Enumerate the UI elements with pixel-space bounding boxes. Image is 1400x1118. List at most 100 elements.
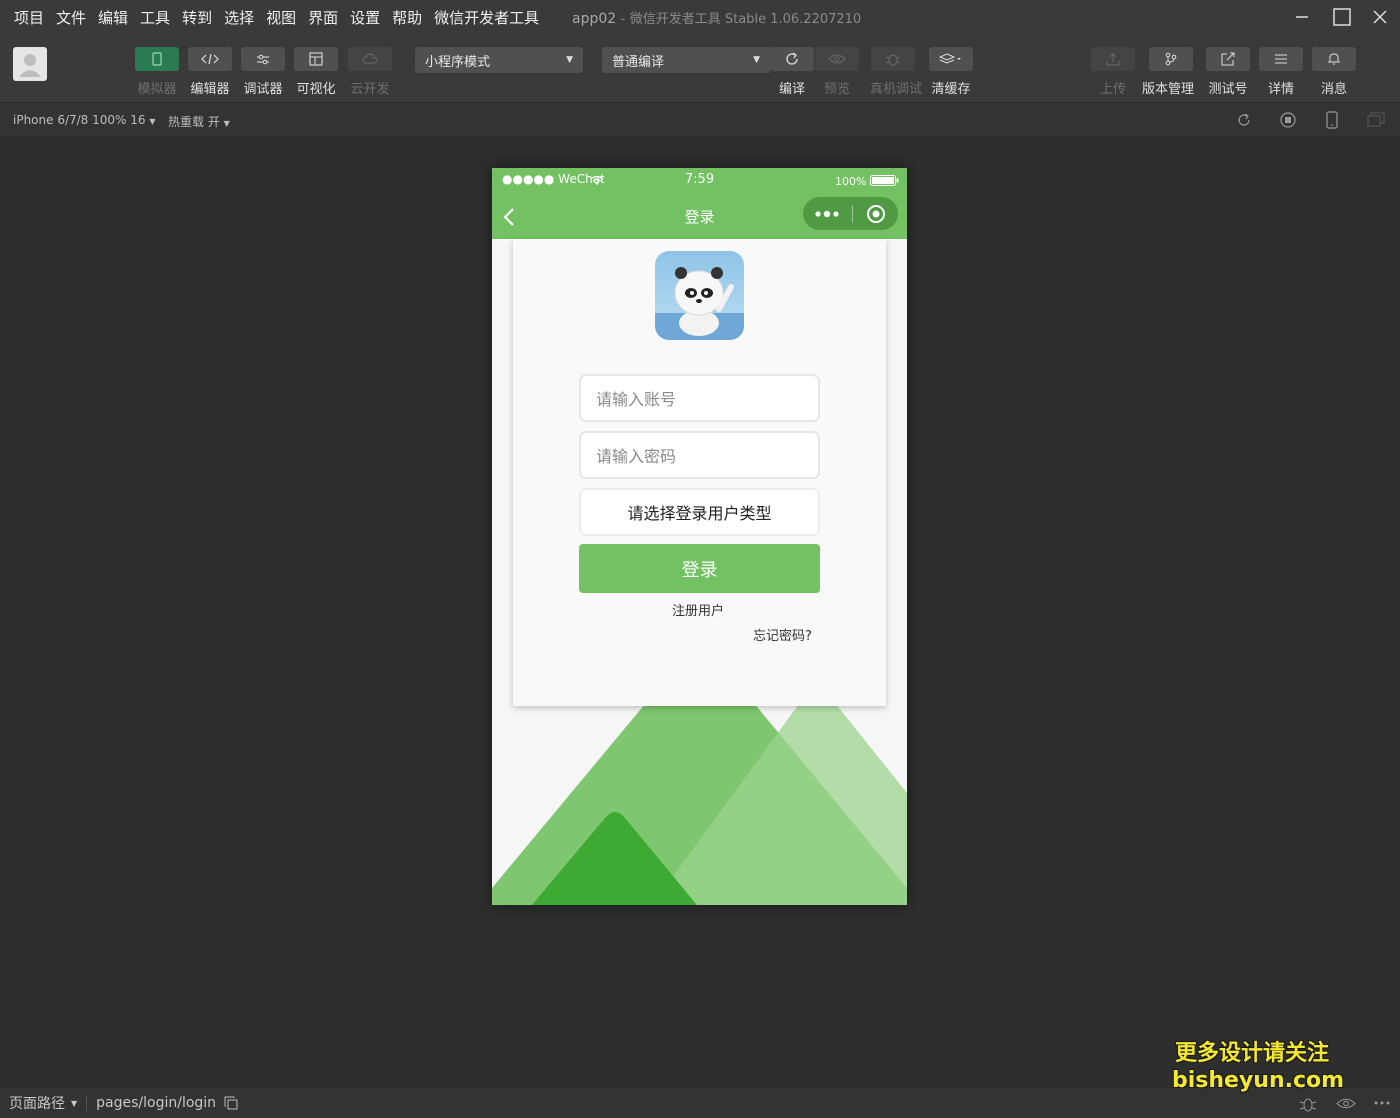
debugger-button[interactable]: 调试器 (240, 47, 286, 97)
bell-icon (1328, 53, 1340, 65)
menu-project[interactable]: 项目 (14, 7, 44, 28)
detach-window-icon[interactable] (1367, 111, 1385, 129)
compile-label: 编译 (778, 82, 805, 97)
cloud-label: 云开发 (350, 82, 390, 97)
test-account-button[interactable]: 测试号 (1205, 47, 1251, 97)
simulator-phone: ●●●●● WeChat 7:59 100% 登录 请输入账号 请输入密码 请选… (492, 168, 907, 905)
real-debug-button[interactable]: 真机调试 (870, 47, 922, 97)
visual-label: 可视化 (296, 82, 336, 97)
page-path-value: pages/login/login (96, 1095, 217, 1111)
toolbar: 模拟器 编辑器 调试器 可视化 云开发 小程序模式 ▼ 普通编译 ▼ 编译 预览… (0, 34, 1400, 102)
rotate-icon[interactable] (1235, 111, 1253, 129)
compile-button[interactable]: 编译 (769, 47, 815, 97)
more-options-icon[interactable] (1374, 1101, 1390, 1105)
preview-toggle[interactable] (815, 47, 859, 71)
visual-button[interactable]: 可视化 (293, 47, 339, 97)
copy-icon[interactable] (224, 1096, 238, 1110)
menu-settings[interactable]: 设置 (350, 7, 380, 28)
test-account-toggle[interactable] (1206, 47, 1250, 71)
upload-toggle[interactable] (1091, 47, 1135, 71)
device-chevron-down-icon: ▼ (149, 117, 156, 126)
messages-button[interactable]: 消息 (1311, 47, 1357, 97)
close-miniprogram-icon[interactable] (866, 204, 886, 224)
device-select-value: iPhone 6/7/8 100% 16 (13, 113, 146, 127)
version-label: 版本管理 (1142, 82, 1195, 97)
details-toggle[interactable] (1259, 47, 1303, 71)
login-card: 请输入账号 请输入密码 请选择登录用户类型 登录 注册用户 忘记密码? (513, 239, 886, 706)
version-button[interactable]: 版本管理 (1142, 47, 1194, 97)
messages-toggle[interactable] (1312, 47, 1356, 71)
window-title: app02 - 微信开发者工具 Stable 1.06.2207210 (572, 8, 861, 27)
close-button[interactable] (1360, 0, 1400, 34)
clear-cache-toggle[interactable] (929, 47, 973, 71)
page-path-label[interactable]: 页面路径 (9, 1093, 65, 1113)
hot-reload-value: 热重载 开 (168, 115, 220, 129)
debugger-toggle[interactable] (241, 47, 285, 71)
phone-preview-icon[interactable] (1323, 111, 1341, 129)
menu-tools[interactable]: 工具 (140, 7, 170, 28)
user-avatar-icon (19, 54, 41, 77)
preview-label: 预览 (823, 82, 850, 97)
user-type-picker[interactable]: 请选择登录用户类型 (579, 488, 820, 536)
menu-goto[interactable]: 转到 (182, 7, 212, 28)
eye-icon (828, 54, 846, 64)
window-title-separator: - (620, 12, 626, 27)
messages-label: 消息 (1320, 82, 1347, 97)
window-product: 微信开发者工具 Stable 1.06.2207210 (629, 12, 862, 27)
real-debug-toggle[interactable] (871, 47, 915, 71)
avatar[interactable] (13, 47, 47, 81)
menu-devtools[interactable]: 微信开发者工具 (434, 7, 539, 28)
bug-report-icon[interactable] (1298, 1095, 1318, 1113)
menu-items: 项目 文件 编辑 工具 转到 选择 视图 界面 设置 帮助 微信开发者工具 (0, 7, 551, 28)
mode-chevron-down-icon: ▼ (566, 55, 573, 65)
panda-mascot-icon (655, 267, 744, 340)
menu-select[interactable]: 选择 (224, 7, 254, 28)
preview-button[interactable]: 预览 (814, 47, 860, 97)
menu-help[interactable]: 帮助 (392, 7, 422, 28)
menu-edit[interactable]: 编辑 (98, 7, 128, 28)
minimize-icon (1296, 16, 1308, 18)
hot-reload-select[interactable]: 热重载 开 ▼ (168, 113, 230, 130)
menu-view[interactable]: 视图 (266, 7, 296, 28)
phone-status-bar: ●●●●● WeChat 7:59 100% (492, 168, 907, 192)
view-eye-icon[interactable] (1336, 1097, 1356, 1110)
password-input[interactable]: 请输入密码 (579, 431, 820, 479)
visual-toggle[interactable] (294, 47, 338, 71)
debugger-label: 调试器 (243, 82, 283, 97)
details-button[interactable]: 详情 (1258, 47, 1304, 97)
compile-chevron-down-icon: ▼ (753, 55, 760, 65)
compile-toggle[interactable] (770, 47, 814, 71)
more-dots-icon[interactable] (815, 210, 841, 218)
editor-button[interactable]: 编辑器 (187, 47, 233, 97)
upload-button[interactable]: 上传 (1090, 47, 1136, 97)
editor-toggle[interactable] (188, 47, 232, 71)
clear-cache-button[interactable]: 清缓存 (928, 47, 974, 97)
maximize-button[interactable] (1322, 0, 1362, 34)
cloud-toggle[interactable] (348, 47, 392, 71)
device-select[interactable]: iPhone 6/7/8 100% 16 ▼ (13, 113, 156, 127)
simulator-button[interactable]: 模拟器 (134, 47, 180, 97)
mode-select-value: 小程序模式 (425, 54, 491, 70)
watermark-line1: 更多设计请关注 (1174, 1041, 1329, 1066)
bottom-divider (86, 1095, 88, 1111)
compile-select[interactable]: 普通编译 ▼ (602, 47, 770, 73)
minimize-button[interactable] (1282, 0, 1322, 34)
clear-cache-label: 清缓存 (931, 82, 971, 97)
mode-select[interactable]: 小程序模式 ▼ (415, 47, 583, 73)
forgot-password-link[interactable]: 忘记密码? (753, 625, 812, 644)
upload-icon (1106, 53, 1120, 66)
login-button[interactable]: 登录 (579, 544, 820, 593)
cloud-button[interactable]: 云开发 (347, 47, 393, 97)
menu-interface[interactable]: 界面 (308, 7, 338, 28)
code-icon (201, 53, 219, 65)
layout-icon (309, 52, 323, 66)
version-toggle[interactable] (1149, 47, 1193, 71)
account-input[interactable]: 请输入账号 (579, 374, 820, 422)
menu-file[interactable]: 文件 (56, 7, 86, 28)
stop-record-icon[interactable] (1279, 111, 1297, 129)
battery-icon (870, 175, 899, 186)
debug-sliders-icon (257, 54, 269, 65)
simulator-toggle[interactable] (135, 47, 179, 71)
branch-icon (1165, 52, 1177, 66)
register-link[interactable]: 注册用户 (672, 600, 724, 619)
